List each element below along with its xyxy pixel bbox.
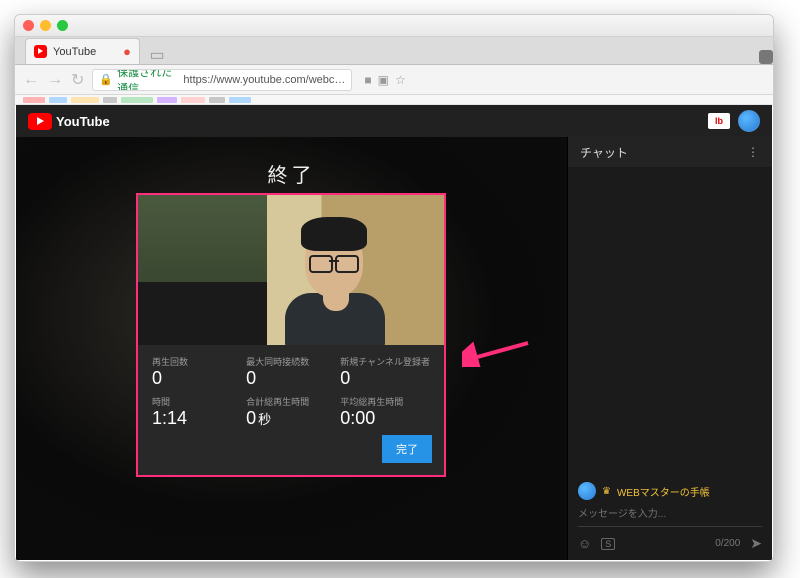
send-icon[interactable]: ➤ (750, 535, 762, 552)
emoji-icon[interactable]: ☺ (578, 536, 591, 551)
tab-close-icon[interactable]: ● (123, 45, 131, 58)
window-close-button[interactable] (23, 20, 34, 31)
video-icon[interactable]: ■ (364, 73, 371, 87)
stream-thumbnail: テスト配信 WEBマスターの手帳 (138, 195, 444, 345)
stat-concurrent-value: 0 (246, 368, 330, 389)
youtube-favicon (34, 45, 47, 58)
new-tab-button[interactable]: ▭ (146, 46, 168, 64)
stats-grid: 再生回数 0 最大同時接続数 0 新規チャンネル登録者 0 時間 1:14 (138, 345, 444, 429)
stream-stage: 終了 テスト配信 WEBマスターの手帳 再生回数 0 (16, 137, 567, 560)
extension-icon[interactable] (759, 50, 773, 64)
chat-panel: チャット ⋮ ♛ WEBマスターの手帳 ☺ S 0/200 ➤ (567, 137, 772, 560)
chat-title: チャット (580, 144, 628, 161)
live-badge[interactable]: lb (708, 113, 730, 129)
char-count: 0/200 (715, 538, 740, 549)
stat-subs-value: 0 (340, 368, 430, 389)
annotation-arrow-icon (462, 337, 532, 367)
address-field[interactable]: 🔒 保護された通信 https://www.youtube.com/webc… (92, 69, 352, 91)
star-icon[interactable]: ☆ (395, 73, 406, 87)
youtube-play-icon (28, 113, 52, 130)
url-text: https://www.youtube.com/webc… (183, 74, 345, 86)
youtube-logo[interactable]: YouTube (28, 113, 110, 130)
chat-user-avatar (578, 482, 596, 500)
cast-icon[interactable]: ▣ (378, 73, 389, 87)
stat-views-label: 再生回数 (152, 355, 236, 368)
browser-window: YouTube ● ▭ ← → ↻ 🔒 保護された通信 https://www.… (14, 14, 774, 562)
stat-total-watch-label: 合計総再生時間 (246, 395, 330, 408)
stat-views-value: 0 (152, 368, 236, 389)
lock-icon: 🔒 (99, 73, 113, 86)
tab-strip: YouTube ● ▭ (15, 37, 773, 65)
stat-duration-label: 時間 (152, 395, 236, 408)
youtube-wordmark: YouTube (56, 114, 110, 129)
done-button[interactable]: 完了 (382, 435, 432, 463)
chat-footer: ☺ S 0/200 ➤ (568, 531, 772, 560)
chat-input[interactable] (578, 507, 762, 522)
window-minimize-button[interactable] (40, 20, 51, 31)
tab-title: YouTube (53, 46, 96, 58)
channel-name: WEBマスターの手帳 (150, 322, 243, 337)
app-header: YouTube lb (16, 105, 772, 137)
stat-duration-value: 1:14 (152, 408, 236, 429)
stat-subs-label: 新規チャンネル登録者 (340, 355, 430, 368)
person-illustration (279, 213, 389, 345)
youtube-app: YouTube lb 終了 テスト配信 WEBマスターの手 (16, 105, 772, 560)
chat-user-row: ♛ WEBマスターの手帳 (568, 478, 772, 504)
chat-header: チャット ⋮ (568, 137, 772, 167)
superchat-icon[interactable]: S (601, 538, 615, 550)
nav-reload-icon[interactable]: ↻ (71, 70, 84, 90)
stat-total-watch-value: 0秒 (246, 408, 330, 429)
chat-more-icon[interactable]: ⋮ (747, 145, 760, 159)
window-titlebar (15, 15, 773, 37)
stream-title: テスト配信 (150, 295, 230, 319)
window-zoom-button[interactable] (57, 20, 68, 31)
nav-back-icon[interactable]: ← (23, 71, 39, 89)
chat-messages (568, 167, 772, 478)
chat-user-name: WEBマスターの手帳 (617, 484, 710, 499)
owner-crown-icon: ♛ (602, 486, 611, 497)
stat-avg-watch-label: 平均総再生時間 (340, 395, 430, 408)
stream-status-title: 終了 (16, 159, 567, 188)
account-avatar[interactable] (738, 110, 760, 132)
secure-label: 保護された通信 (117, 69, 179, 91)
omnibox-icons: ■ ▣ ☆ (364, 73, 405, 87)
nav-forward-icon[interactable]: → (47, 71, 63, 89)
stream-summary-card: テスト配信 WEBマスターの手帳 再生回数 0 最大同時接続数 0 新規チャンネ… (136, 193, 446, 477)
chat-divider (578, 526, 762, 527)
stat-avg-watch-value: 0:00 (340, 408, 430, 429)
address-bar: ← → ↻ 🔒 保護された通信 https://www.youtube.com/… (15, 65, 773, 95)
bookmark-bar (15, 95, 773, 105)
browser-tab-youtube[interactable]: YouTube ● (25, 38, 140, 64)
stat-concurrent-label: 最大同時接続数 (246, 355, 330, 368)
